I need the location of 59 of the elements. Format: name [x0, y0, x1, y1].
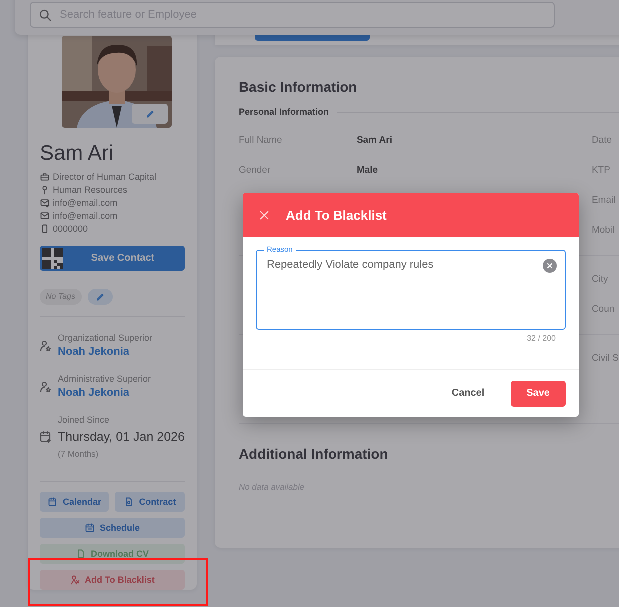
pin-icon	[40, 185, 50, 195]
clear-button[interactable]	[543, 259, 557, 273]
close-button[interactable]	[259, 210, 270, 220]
calendar-icon	[84, 523, 95, 533]
superior-label: Administrative Superior	[58, 374, 152, 384]
field-label: Gender	[238, 164, 272, 176]
field-value: Male	[356, 164, 380, 176]
save-contact-button[interactable]: Save Contact	[40, 246, 185, 271]
edit-tags-button[interactable]	[88, 289, 112, 305]
profile-detail: info@email.com	[53, 211, 118, 221]
field-label: Mobil	[592, 224, 616, 236]
search-icon	[39, 8, 52, 22]
profile-detail: info@email.com	[53, 198, 118, 208]
field-label: Date	[592, 134, 614, 146]
joined-date: Thursday, 01 Jan 2026	[58, 430, 185, 444]
character-counter: 32 / 200	[526, 334, 557, 343]
action-button[interactable]: Calendar	[40, 492, 110, 512]
save-button[interactable]: Save	[510, 380, 566, 406]
person-star-icon	[40, 340, 52, 352]
field-label: KTP	[592, 164, 612, 176]
cancel-button[interactable]: Cancel	[436, 380, 501, 406]
section-title: Basic Information	[238, 79, 358, 95]
section-title: Additional Information	[238, 446, 390, 462]
subsection-title: Personal Information	[238, 107, 329, 117]
mail-check-icon	[40, 198, 50, 208]
field-label: Coun	[592, 304, 616, 314]
action-button[interactable]: Contract	[115, 492, 185, 512]
dialog-title: Add To Blacklist	[286, 208, 387, 222]
action-button[interactable]: Add To Blacklist	[40, 570, 185, 590]
person-star-icon	[40, 380, 52, 392]
reason-input[interactable]: Repeatedly Violate company rules	[267, 259, 537, 329]
phone-icon	[40, 224, 50, 234]
pencil-icon	[145, 109, 155, 119]
employee-name: Sam Ari	[40, 142, 115, 166]
person-cross-icon	[70, 575, 80, 585]
field-label: Civil S	[592, 352, 619, 364]
calendar-icon	[48, 497, 58, 507]
qr-code-icon	[42, 248, 63, 269]
joined-label: Joined Since	[58, 415, 111, 425]
document-icon	[124, 497, 134, 507]
joined-duration: (7 Months)	[58, 449, 100, 459]
edit-photo-button[interactable]	[132, 104, 168, 124]
field-label: Email	[592, 194, 617, 206]
field-label: City	[592, 274, 610, 284]
field-label: Full Name	[238, 134, 284, 146]
document-icon	[76, 549, 86, 559]
close-icon	[259, 210, 270, 220]
superior-label: Organizational Superior	[58, 333, 153, 343]
mail-icon	[40, 211, 50, 221]
action-button[interactable]: Schedule	[40, 518, 185, 538]
pencil-icon	[95, 292, 105, 302]
calendar-plus-icon	[40, 431, 52, 443]
profile-detail: 0000000	[53, 224, 88, 234]
superior-link[interactable]: Noah Jekonia	[58, 387, 152, 399]
profile-detail: Director of Human Capital	[53, 172, 157, 182]
briefcase-icon	[40, 172, 50, 182]
field-value: Sam Ari	[356, 134, 394, 146]
superior-link[interactable]: Noah Jekonia	[58, 346, 153, 358]
profile-detail: Human Resources	[53, 185, 128, 195]
